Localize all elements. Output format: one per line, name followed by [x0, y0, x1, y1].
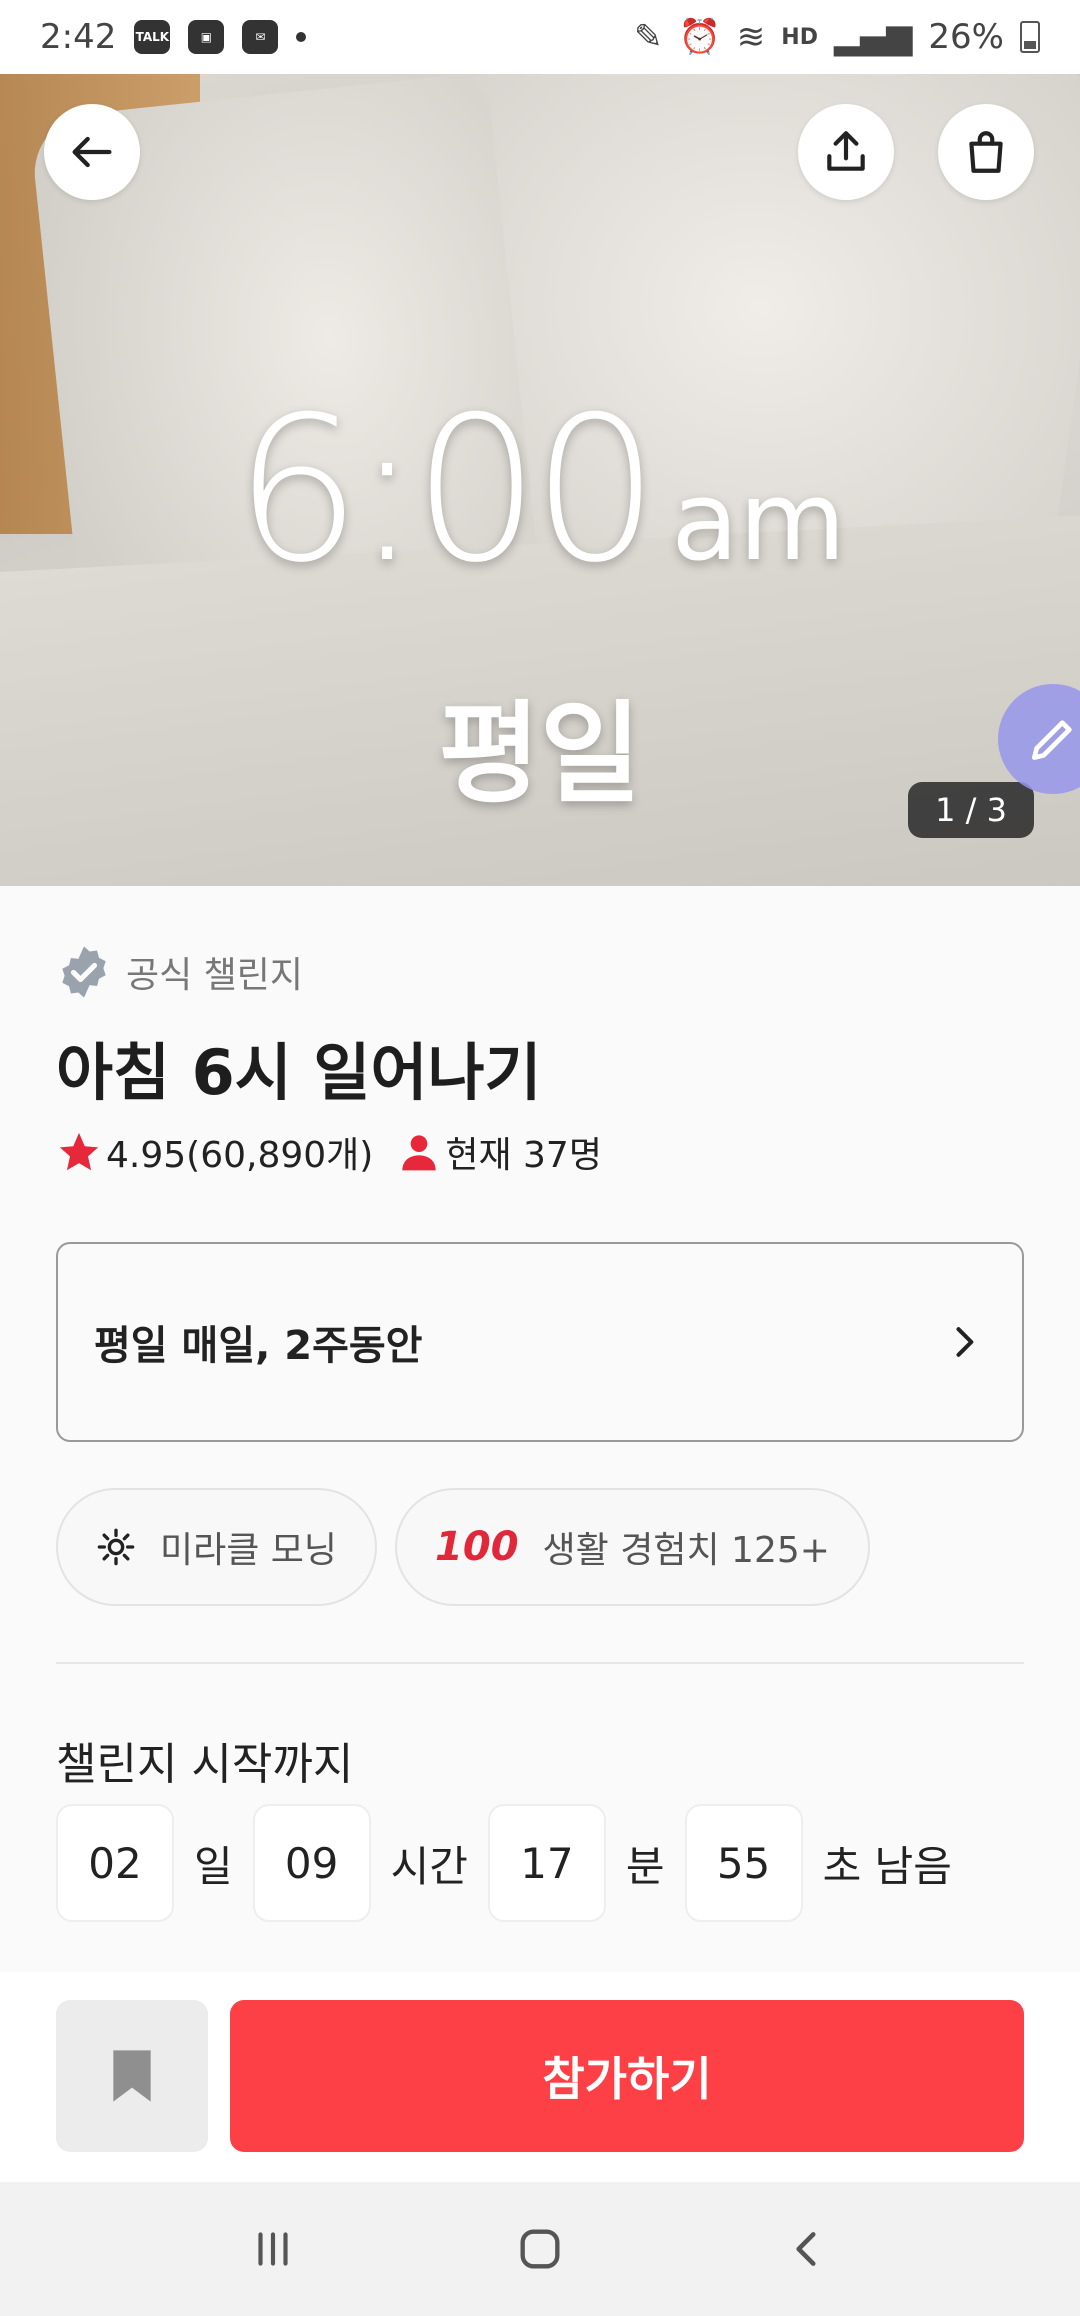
countdown-hours: 09 [252, 1804, 371, 1922]
sun-icon [97, 1528, 135, 1566]
bookmark-icon [113, 2050, 151, 2102]
hero-time-main: 6:00 [234, 374, 659, 607]
hero-time: 6:00 am [0, 374, 1080, 607]
mute-icon: ✎ [633, 17, 663, 57]
countdown-minutes: 17 [487, 1804, 606, 1922]
talk-icon: TALK [134, 20, 171, 54]
tag-chips: 미라클 모닝 100 생활 경험치 125+ [56, 1488, 870, 1606]
image-pager: 1 / 3 [908, 782, 1034, 838]
mail-icon: ✉ [242, 20, 279, 54]
countdown-title: 챌린지 시작까지 [56, 1739, 354, 1790]
alarm-icon: ⏰ [678, 17, 721, 57]
official-badge: 공식 챌린지 [56, 944, 303, 1000]
battery-percent: 26% [928, 17, 1004, 57]
signal-icon: ▂▄▆ [833, 17, 913, 57]
countdown-minutes-unit: 분 [625, 1841, 665, 1891]
rating-text: 4.95(60,890개) [106, 1135, 374, 1176]
recent-apps-icon[interactable] [248, 2224, 298, 2274]
gallery-icon: ▣ [188, 20, 225, 54]
countdown-seconds-unit: 초 남음 [822, 1841, 952, 1891]
hero-time-suffix: am [671, 457, 846, 585]
section-divider [56, 1662, 1024, 1664]
chip-label: 미라클 모닝 [160, 1530, 338, 1571]
wifi-icon: ≋ [736, 17, 766, 57]
hero-image: 6:00 am 평일 1 / 3 [0, 74, 1080, 886]
schedule-selector[interactable]: 평일 매일, 2주동안 [56, 1242, 1024, 1442]
countdown-seconds: 55 [684, 1804, 803, 1922]
schedule-label: 평일 매일, 2주동안 [94, 1323, 423, 1369]
hd-voice-label: HD [781, 24, 818, 50]
shopping-bag-icon [969, 131, 1003, 173]
status-bar: 2:42 TALK ▣ ✉ ✎ ⏰ ≋ HD ▂▄▆ 26% [0, 0, 1080, 74]
home-icon[interactable] [514, 2223, 566, 2275]
countdown-hours-unit: 시간 [390, 1841, 468, 1891]
share-icon [827, 131, 865, 171]
app-screen: 2:42 TALK ▣ ✉ ✎ ⏰ ≋ HD ▂▄▆ 26% 6:00 am 평일 [0, 0, 1080, 2316]
person-icon [402, 1135, 437, 1171]
bottom-action-bar: 참가하기 [0, 1972, 1080, 2182]
back-button[interactable] [44, 104, 140, 200]
status-time: 2:42 [40, 17, 117, 57]
countdown-timer: 02 일 09 시간 17 분 55 초 남음 [56, 1804, 972, 1922]
system-nav-bar [0, 2182, 1080, 2316]
arrow-left-icon [72, 136, 112, 168]
challenge-meta: 4.95(60,890개) 현재 37명 [56, 1126, 602, 1178]
star-icon [59, 1132, 99, 1171]
hundred-emoji: 100 [435, 1524, 519, 1570]
status-right: ✎ ⏰ ≋ HD ▂▄▆ 26% [634, 17, 1040, 57]
battery-icon [1020, 21, 1040, 53]
status-left: 2:42 TALK ▣ ✉ [40, 17, 307, 57]
cart-button[interactable] [938, 104, 1034, 200]
more-notifications-dot [296, 32, 307, 42]
challenge-title: 아침 6시 일어나기 [56, 1036, 542, 1109]
join-button[interactable]: 참가하기 [230, 2000, 1024, 2152]
back-nav-icon[interactable] [782, 2224, 832, 2274]
chip-life-exp[interactable]: 100 생활 경험치 125+ [395, 1488, 870, 1606]
bookmark-button[interactable] [56, 2000, 208, 2152]
chevron-right-icon [956, 1327, 974, 1357]
verified-icon [62, 946, 106, 998]
chip-label: 생활 경험치 125+ [542, 1530, 830, 1571]
share-button[interactable] [798, 104, 894, 200]
participants-text: 현재 37명 [445, 1135, 602, 1176]
chip-miracle-morning[interactable]: 미라클 모닝 [56, 1488, 378, 1606]
badge-label: 공식 챌린지 [126, 955, 304, 996]
countdown-days-unit: 일 [194, 1841, 233, 1891]
countdown-days: 02 [56, 1804, 174, 1922]
pencil-icon [1032, 720, 1072, 760]
